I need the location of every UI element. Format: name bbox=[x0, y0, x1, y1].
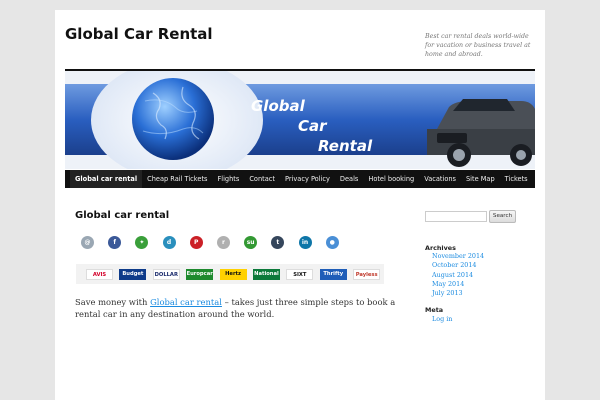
brand-logo-budget: Budget bbox=[119, 268, 147, 280]
brand-logo-payless: Payless bbox=[353, 268, 381, 280]
pinterest-icon[interactable]: P bbox=[189, 236, 203, 249]
brand-logo-thrifty: Thrifty bbox=[319, 268, 347, 280]
nav-item-global-car-rental[interactable]: Global car rental bbox=[70, 170, 143, 188]
archive-item[interactable]: July 2013 bbox=[425, 289, 484, 298]
search-button[interactable]: Search bbox=[489, 210, 516, 223]
intro-text-before: Save money with bbox=[75, 297, 151, 307]
reddit-icon[interactable]: r bbox=[216, 236, 230, 249]
brand-logo-hertz: Hertz bbox=[219, 268, 247, 280]
main-nav: Global car rental Cheap Rail Tickets Fli… bbox=[65, 170, 535, 188]
archive-item[interactable]: May 2014 bbox=[425, 280, 484, 289]
globe-icon bbox=[132, 78, 214, 160]
tumblr-icon[interactable]: t bbox=[271, 236, 285, 249]
post-intro: Save money with Global car rental – take… bbox=[75, 296, 405, 320]
nav-item-privacy-policy[interactable]: Privacy Policy bbox=[280, 170, 335, 188]
brand-logo-avis: AVIS bbox=[86, 268, 113, 280]
site-title[interactable]: Global Car Rental bbox=[65, 25, 213, 43]
search-input[interactable] bbox=[425, 211, 487, 222]
login-link[interactable]: Log in bbox=[425, 315, 452, 324]
banner-word-rental: Rental bbox=[318, 137, 373, 155]
site-description: Best car rental deals world-wide for vac… bbox=[425, 33, 531, 58]
meta-list: Log in bbox=[425, 315, 452, 324]
social-share-bar: @ f ✦ d Pr su t in ● bbox=[81, 236, 339, 249]
archive-item[interactable]: August 2014 bbox=[425, 271, 484, 280]
nav-item-cheap-rail-tickets[interactable]: Cheap Rail Tickets bbox=[142, 170, 212, 188]
banner-word-global: Global bbox=[251, 97, 305, 115]
post-title[interactable]: Global car rental bbox=[75, 210, 169, 221]
rental-brands-strip: AVIS Budget DOLLAR Europcar Hertz National SIX… bbox=[76, 264, 384, 284]
brand-logo-sixt: SIXT bbox=[286, 268, 314, 280]
nav-item-contact[interactable]: Contact bbox=[244, 170, 280, 188]
archive-item[interactable]: November 2014 bbox=[425, 252, 484, 261]
stumbleupon-icon[interactable]: su bbox=[244, 236, 258, 249]
linkedin-icon[interactable]: in bbox=[298, 236, 312, 249]
facebook-icon[interactable]: f bbox=[108, 236, 122, 249]
header-banner[interactable]: Global Car Rental bbox=[65, 69, 535, 169]
brand-logo-dollar: DOLLAR bbox=[152, 268, 180, 280]
nav-item-vacations[interactable]: Vacations bbox=[419, 170, 461, 188]
email-icon[interactable]: @ bbox=[81, 236, 94, 249]
digg-icon[interactable]: d bbox=[162, 236, 176, 249]
nav-item-site-map[interactable]: Site Map bbox=[461, 170, 500, 188]
brand-logo-europcar: Europcar bbox=[186, 268, 214, 280]
archives-list: November 2014 October 2014 August 2014 M… bbox=[425, 252, 484, 298]
nav-item-tickets[interactable]: Tickets bbox=[500, 170, 533, 188]
archive-item[interactable]: October 2014 bbox=[425, 261, 484, 270]
archives-title: Archives bbox=[425, 244, 456, 252]
nav-item-flights[interactable]: Flights bbox=[212, 170, 244, 188]
nav-item-hotel-booking[interactable]: Hotel booking bbox=[363, 170, 419, 188]
meta-title: Meta bbox=[425, 306, 444, 314]
banner-word-car: Car bbox=[298, 117, 327, 135]
page: Global Car Rental Best car rental deals … bbox=[55, 10, 545, 400]
nav-item-deals[interactable]: Deals bbox=[335, 170, 363, 188]
global-car-rental-link[interactable]: Global car rental bbox=[150, 297, 222, 307]
delicious-icon[interactable]: ✦ bbox=[135, 236, 149, 249]
share-icon[interactable]: ● bbox=[325, 236, 339, 249]
brand-logo-national: National bbox=[252, 268, 280, 280]
